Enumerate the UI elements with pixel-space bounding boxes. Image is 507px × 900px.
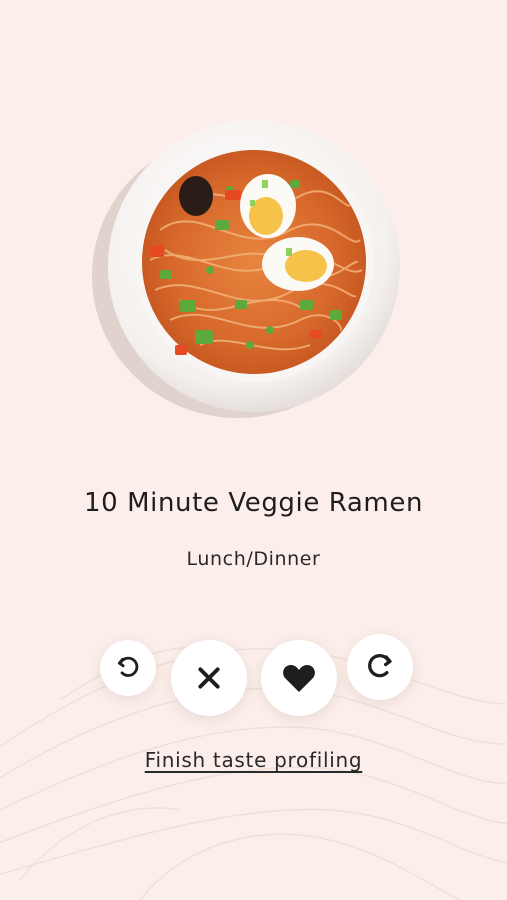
like-button[interactable] bbox=[261, 640, 337, 716]
finish-taste-profiling-link[interactable]: Finish taste profiling bbox=[0, 748, 507, 772]
heart-icon bbox=[283, 664, 315, 692]
dislike-button[interactable] bbox=[171, 640, 247, 716]
rotate-right-icon bbox=[368, 654, 392, 678]
ramen-bowl-image bbox=[92, 120, 400, 418]
redo-button[interactable] bbox=[347, 634, 413, 700]
recipe-category: Lunch/Dinner bbox=[186, 548, 321, 570]
undo-button[interactable] bbox=[100, 640, 156, 696]
recipe-title: 10 Minute Veggie Ramen bbox=[83, 488, 424, 518]
close-icon bbox=[198, 667, 220, 689]
rotate-left-icon bbox=[117, 656, 139, 677]
